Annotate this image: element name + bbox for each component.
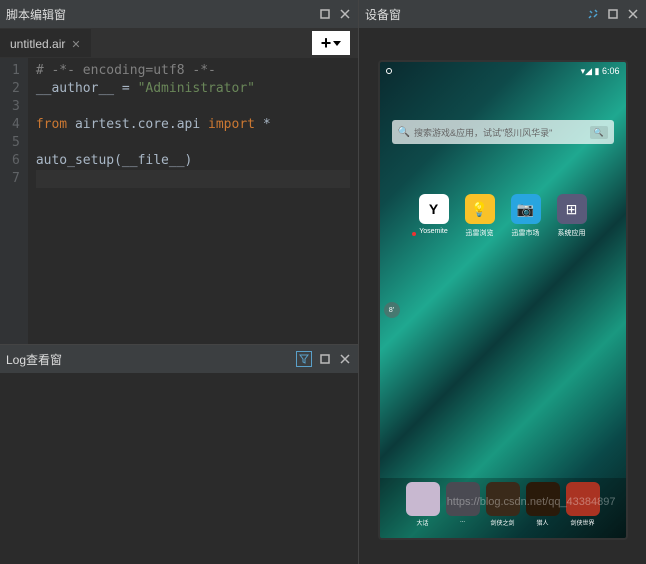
dock-app-label: 剑侠之剑 [490, 518, 514, 527]
restore-icon[interactable] [606, 7, 620, 21]
dock-app[interactable]: 剑侠世界 [566, 482, 600, 534]
script-editor-title: 脚本编辑窗 [6, 6, 66, 23]
dock-app-icon [406, 482, 440, 516]
notification-dot [412, 232, 416, 236]
dock-app-label: ... [460, 518, 465, 524]
close-icon[interactable] [338, 352, 352, 366]
search-icon: 🔍 [398, 127, 410, 138]
dock-app[interactable]: 大话 [406, 482, 440, 534]
app-label: Yosemite [419, 228, 448, 235]
line-number: 4 [12, 116, 20, 134]
line-number: 7 [12, 170, 20, 188]
app-icon: Y [419, 194, 449, 224]
search-placeholder: 搜索游戏&应用，试试"怒川风华录" [414, 126, 552, 139]
line-number: 5 [12, 134, 20, 152]
code-line[interactable]: # -*- encoding=utf8 -*- [36, 62, 350, 80]
app-icon: 📷 [511, 194, 541, 224]
dock-app[interactable]: 猎人 [526, 482, 560, 534]
code-area[interactable]: # -*- encoding=utf8 -*-__author__ = "Adm… [28, 58, 358, 344]
search-go-icon[interactable]: 🔍 [590, 126, 608, 139]
tab-script[interactable]: untitled.air ✕ [0, 29, 91, 57]
line-number: 2 [12, 80, 20, 98]
code-line[interactable] [36, 170, 350, 188]
status-time: 6:06 [602, 66, 620, 76]
app-grid: Y Yosemite 💡 迅雷浏览 📷 迅雷市场 ⊞ 系统应用 [380, 194, 626, 238]
device-panel-header: 设备窗 [359, 0, 646, 28]
dock-app-label: 大话 [416, 518, 428, 527]
camera-icon [386, 68, 392, 74]
line-number: 1 [12, 62, 20, 80]
status-right: ▾◢ ▮ 6:06 [581, 66, 620, 77]
app-迅雷市场[interactable]: 📷 迅雷市场 [511, 194, 541, 238]
restore-icon[interactable] [318, 352, 332, 366]
app-icon: 💡 [465, 194, 495, 224]
tools-icon[interactable] [586, 7, 600, 21]
dock-app-icon [526, 482, 560, 516]
device-body: ▾◢ ▮ 6:06 🔍 搜索游戏&应用，试试"怒川风华录" 🔍 Y Yosemit… [359, 28, 646, 564]
side-knob[interactable]: 8' [384, 302, 400, 318]
app-label: 系统应用 [558, 228, 586, 238]
script-editor-header: 脚本编辑窗 [0, 0, 358, 28]
code-line[interactable]: __author__ = "Administrator" [36, 80, 350, 98]
add-button[interactable]: + [312, 31, 350, 55]
app-Yosemite[interactable]: Y Yosemite [419, 194, 449, 238]
code-line[interactable] [36, 134, 350, 152]
log-viewer-header: Log查看窗 [0, 345, 358, 373]
restore-icon[interactable] [318, 7, 332, 21]
app-系统应用[interactable]: ⊞ 系统应用 [557, 194, 587, 238]
editor-tab-bar: untitled.air ✕ + [0, 28, 358, 58]
dock-app-icon [486, 482, 520, 516]
plus-icon: + [321, 34, 332, 52]
search-input[interactable]: 🔍 搜索游戏&应用，试试"怒川风华录" 🔍 [392, 120, 614, 144]
close-tab-icon[interactable]: ✕ [71, 38, 80, 51]
status-bar: ▾◢ ▮ 6:06 [380, 62, 626, 80]
dock: 大话... 剑侠之剑 猎人 剑侠世界 [380, 478, 626, 538]
close-icon[interactable] [626, 7, 640, 21]
dock-app-label: 猎人 [536, 518, 548, 527]
line-number: 6 [12, 152, 20, 170]
code-editor[interactable]: 1234567 # -*- encoding=utf8 -*-__author_… [0, 58, 358, 344]
device-screen[interactable]: ▾◢ ▮ 6:06 🔍 搜索游戏&应用，试试"怒川风华录" 🔍 Y Yosemit… [378, 60, 628, 540]
line-gutter: 1234567 [0, 58, 28, 344]
line-number: 3 [12, 98, 20, 116]
device-panel-title: 设备窗 [365, 6, 401, 23]
dock-app[interactable]: ... [446, 482, 480, 534]
filter-icon[interactable] [296, 351, 312, 367]
dock-app[interactable]: 剑侠之剑 [486, 482, 520, 534]
app-迅雷浏览[interactable]: 💡 迅雷浏览 [465, 194, 495, 238]
app-label: 迅雷市场 [512, 228, 540, 238]
dock-app-label: 剑侠世界 [570, 518, 594, 527]
code-line[interactable]: from airtest.core.api import * [36, 116, 350, 134]
close-icon[interactable] [338, 7, 352, 21]
code-line[interactable] [36, 98, 350, 116]
app-icon: ⊞ [557, 194, 587, 224]
tab-label: untitled.air [10, 37, 65, 51]
app-label: 迅雷浏览 [466, 228, 494, 238]
dock-app-icon [446, 482, 480, 516]
dock-app-icon [566, 482, 600, 516]
log-body [0, 373, 358, 564]
caret-down-icon [333, 41, 341, 46]
log-viewer-title: Log查看窗 [6, 351, 62, 368]
code-line[interactable]: auto_setup(__file__) [36, 152, 350, 170]
